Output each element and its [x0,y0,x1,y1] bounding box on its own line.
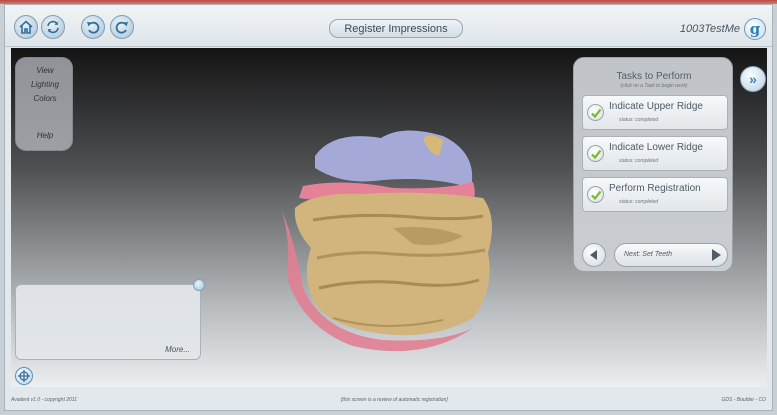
task-status: status: completed [619,158,659,164]
dental-model-3d[interactable] [273,128,503,358]
menu-item-view[interactable]: View [16,66,74,75]
crosshair-icon [18,370,30,382]
app-window: Register Impressions 1003TestMe g View L… [4,4,773,411]
check-icon [587,104,604,121]
previous-step-button[interactable] [582,243,606,267]
tasks-panel: Tasks to Perform (click on a Task to beg… [573,57,766,272]
task-navigation: Next: Set Teeth [582,243,728,267]
user-name: 1003TestMe [679,23,740,35]
task-status: status: completed [619,199,659,205]
tasks-subtitle: (click on a Task to begin work) [620,83,688,89]
redo-icon [115,21,128,34]
menu-item-colors[interactable]: Colors [16,94,74,103]
check-icon [587,145,604,162]
home-button[interactable] [14,15,38,39]
tasks-title: Tasks to Perform [616,71,692,82]
task-perform-registration[interactable]: Perform Registration status: completed [582,177,728,212]
menu-item-lighting[interactable]: Lighting [16,80,74,89]
app-logo-button[interactable]: g [744,18,766,40]
status-bar: Avadent v1.0 - copyright 2011 [this scre… [5,389,772,410]
footer-copyright: Avadent v1.0 - copyright 2011 [11,397,77,403]
task-status: status: completed [619,117,659,123]
menu-item-help[interactable]: Help [16,131,74,140]
undo-button[interactable] [81,15,105,39]
footer-screen-note: [this screen is a review of automatic re… [341,397,448,403]
next-step-button[interactable]: Next: Set Teeth [614,243,728,267]
info-panel-close-button[interactable] [193,279,205,291]
task-label: Perform Registration [609,183,701,194]
task-indicate-upper-ridge[interactable]: Indicate Upper Ridge status: completed [582,95,728,130]
task-label: Indicate Lower Ridge [609,142,703,153]
chevron-right-icon [712,249,721,261]
undo-icon [87,21,100,34]
redo-button[interactable] [110,15,134,39]
sync-button[interactable] [41,15,65,39]
task-label: Indicate Upper Ridge [609,101,703,112]
more-link[interactable]: More... [165,345,190,354]
sync-icon [47,20,59,34]
info-panel: More... [15,279,205,360]
home-icon [19,20,33,34]
task-indicate-lower-ridge[interactable]: Indicate Lower Ridge status: completed [582,136,728,171]
3d-viewport[interactable]: View Lighting Colors Help Tasks to Perfo… [11,48,767,387]
page-title[interactable]: Register Impressions [329,19,463,38]
top-toolbar: Register Impressions 1003TestMe g [5,5,772,47]
next-step-label: Next: Set Teeth [624,251,672,258]
footer-location: GDS - Boulder - CO [721,397,766,403]
reset-view-button[interactable] [15,367,33,385]
check-icon [587,186,604,203]
chevron-left-icon [590,250,597,260]
tasks-collapse-button[interactable]: » [740,66,766,92]
view-menu: View Lighting Colors Help [15,57,73,151]
